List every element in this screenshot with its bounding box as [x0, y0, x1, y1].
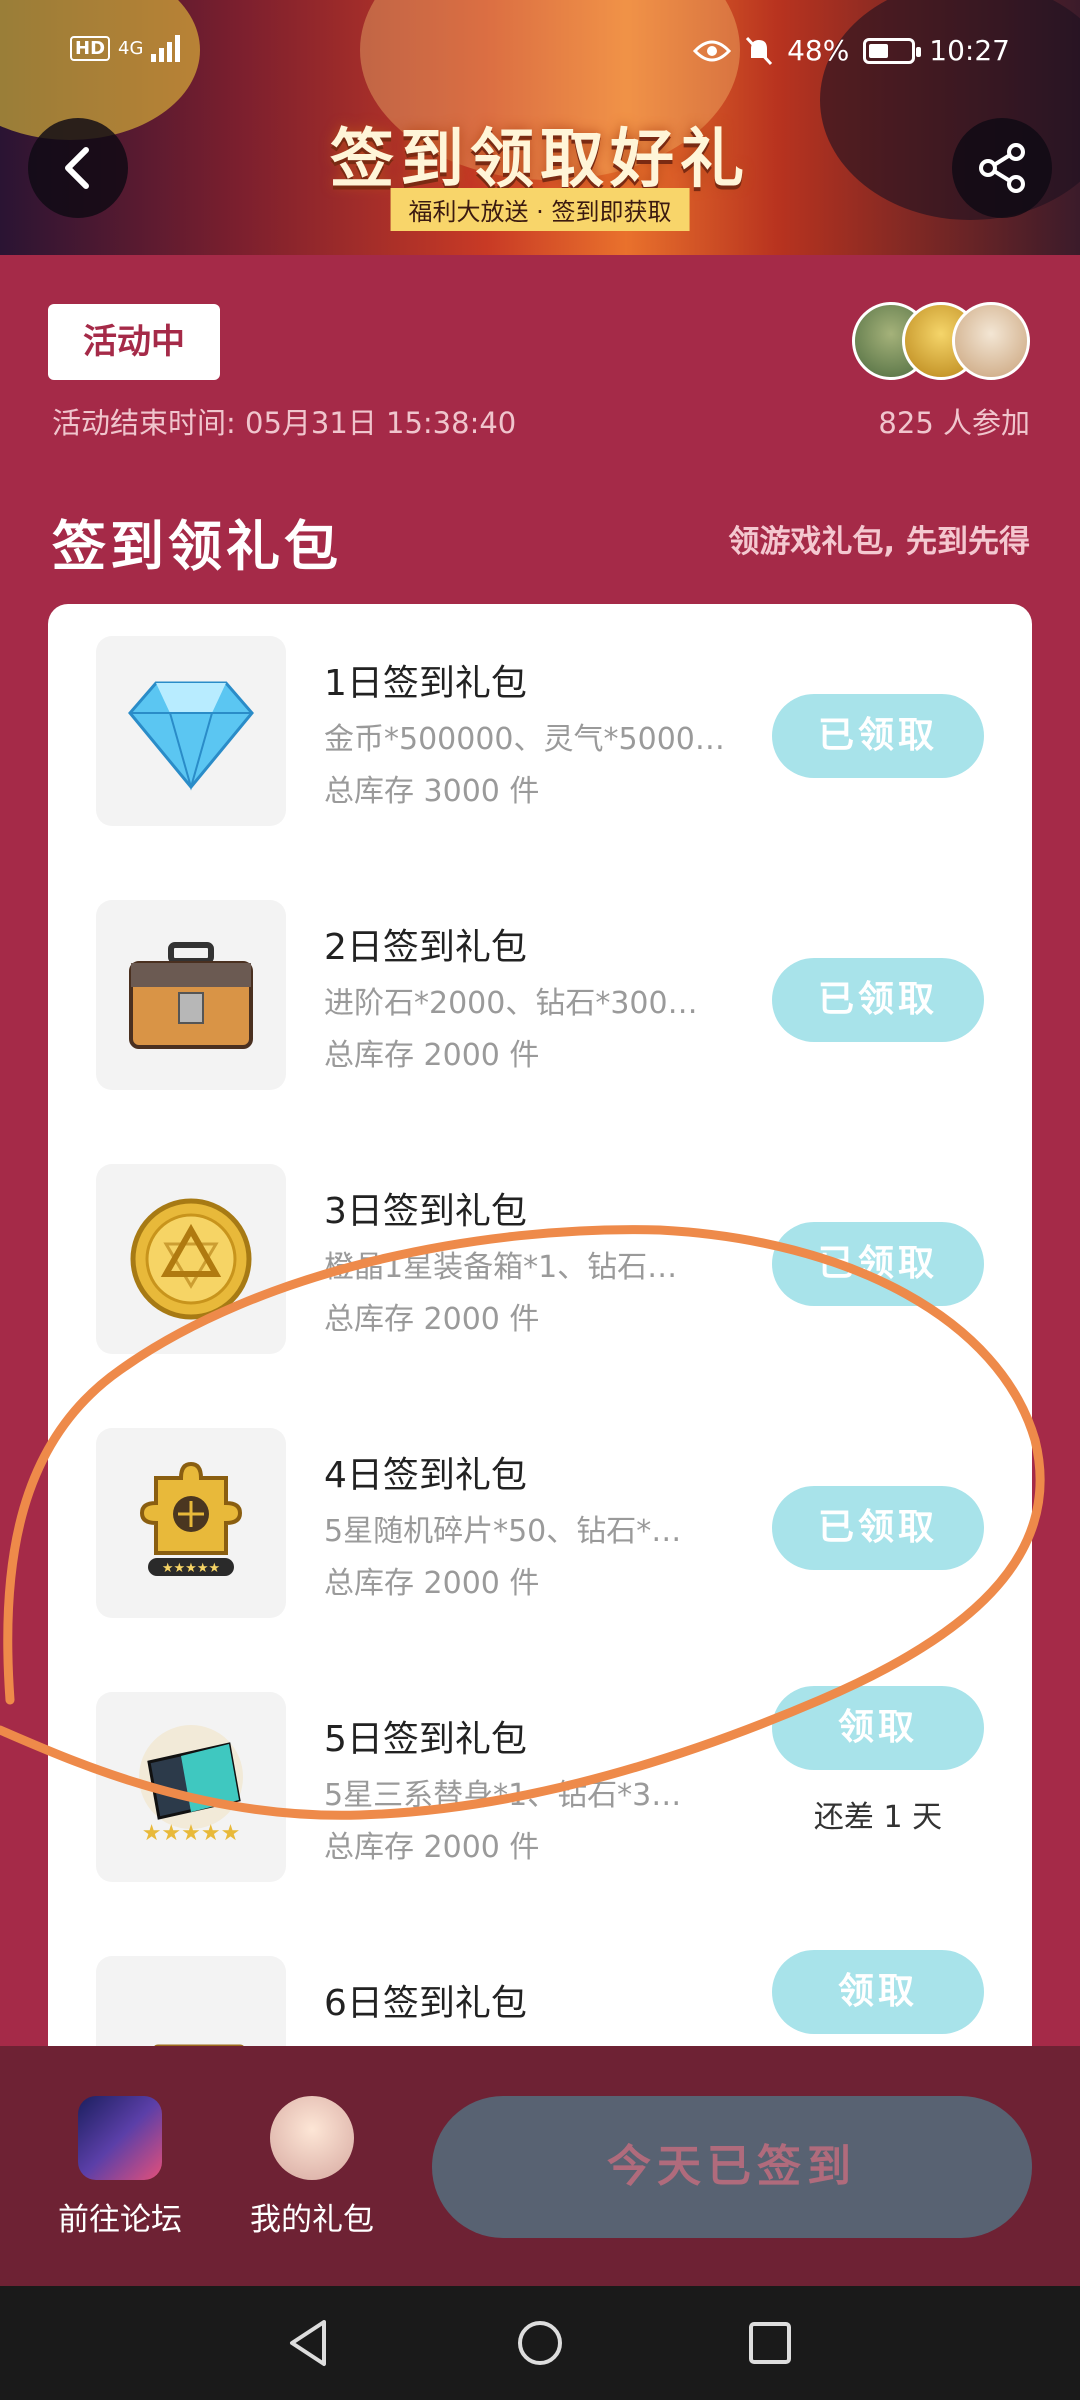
gift-title: 4日签到礼包	[324, 1455, 527, 1496]
triangle-back-icon	[290, 2320, 326, 2366]
gift-stock: 总库存 3000 件	[324, 774, 540, 809]
gift-desc: 金币*500000、灵气*5000…	[324, 722, 725, 757]
battery-icon	[863, 37, 922, 64]
battery-percent: 48%	[787, 34, 850, 67]
diamond-icon	[96, 636, 286, 826]
list-item: 2日签到礼包 进阶石*2000、钻石*300… 总库存 2000 件 已领取	[48, 868, 1032, 1132]
signal-icon	[151, 34, 181, 62]
gift-title: 1日签到礼包	[324, 663, 527, 704]
gift-desc: 橙晶1星装备箱*1、钻石…	[324, 1250, 678, 1285]
eye-icon	[693, 40, 732, 61]
section-subtitle: 领游戏礼包, 先到先得	[728, 524, 1030, 560]
list-item: ★★★★★ 5日签到礼包 5星三系替身*1、钻石*3… 总库存 2000 件 领…	[48, 1660, 1032, 1924]
claim-button[interactable]: 领取	[772, 1686, 984, 1770]
gift-desc: 进阶石*2000、钻石*300…	[324, 986, 698, 1021]
circle-home-icon	[518, 2321, 562, 2365]
card-icon: ★★★★★	[96, 1692, 286, 1882]
claimed-button[interactable]: 已领取	[772, 958, 984, 1042]
svg-text:★★★★★: ★★★★★	[142, 1821, 241, 1846]
square-recents-icon	[749, 2322, 791, 2364]
gift-stock: 总库存 2000 件	[324, 1566, 540, 1601]
nav-back-button[interactable]	[278, 2316, 338, 2370]
nav-recents-button[interactable]	[740, 2316, 800, 2370]
gift-avatar-icon	[270, 2096, 354, 2180]
gift-desc: 5星三系替身*1、钻石*3…	[324, 1778, 682, 1813]
hd-indicator: HD	[70, 35, 111, 61]
share-button[interactable]	[952, 118, 1052, 218]
banner-subtitle: 福利大放送 · 签到即获取	[390, 188, 690, 231]
activity-end-time: 活动结束时间: 05月31日 15:38:40	[52, 406, 517, 440]
gift-desc: 5星随机碎片*50、钻石*…	[324, 1514, 682, 1549]
forum-label: 前往论坛	[58, 2202, 182, 2238]
list-item: 3日签到礼包 橙晶1星装备箱*1、钻石… 总库存 2000 件 已领取	[48, 1132, 1032, 1396]
gift-title: 6日签到礼包	[324, 1983, 527, 2024]
banner: HD 4G 48% 10:27 签到领取好礼 福利大放送 · 签到即获取	[0, 0, 1080, 255]
status-badge: 活动中	[48, 304, 220, 380]
status-bar: HD 4G 48% 10:27	[0, 30, 1080, 80]
claimed-button[interactable]: 已领取	[772, 1486, 984, 1570]
my-gifts-button[interactable]: 我的礼包	[232, 2096, 392, 2239]
puzzle-fragment-icon: ★★★★★	[96, 1428, 286, 1618]
my-gifts-label: 我的礼包	[250, 2202, 374, 2238]
participant-avatars	[852, 302, 1032, 382]
game-forum-icon	[78, 2096, 162, 2180]
signed-in-today-button[interactable]: 今天已签到	[432, 2096, 1032, 2238]
claim-button[interactable]: 领取	[772, 1950, 984, 2034]
gold-coin-icon	[96, 1164, 286, 1354]
system-nav-bar	[0, 2286, 1080, 2400]
gift-title: 3日签到礼包	[324, 1191, 527, 1232]
list-item: 1日签到礼包 金币*500000、灵气*5000… 总库存 3000 件 已领取	[48, 604, 1032, 868]
mute-bell-icon	[745, 36, 773, 65]
section-title: 签到领礼包	[52, 515, 342, 578]
gift-stock: 总库存 2000 件	[324, 1302, 540, 1337]
gift-stock: 总库存 2000 件	[324, 1830, 540, 1865]
days-remaining-note: 还差 1 天	[813, 1800, 943, 1835]
gift-stock: 总库存 2000 件	[324, 1038, 540, 1073]
share-icon	[979, 143, 1025, 193]
network-label: 4G	[118, 37, 144, 59]
forum-button[interactable]: 前往论坛	[40, 2096, 200, 2239]
banner-title: 签到领取好礼	[330, 123, 750, 197]
svg-text:★★★★★: ★★★★★	[162, 1561, 220, 1576]
avatar	[952, 302, 1030, 380]
gift-list: 1日签到礼包 金币*500000、灵气*5000… 总库存 3000 件 已领取…	[48, 604, 1032, 2104]
list-item: ★★★★★ 4日签到礼包 5星随机碎片*50、钻石*… 总库存 2000 件 已…	[48, 1396, 1032, 1660]
claimed-button[interactable]: 已领取	[772, 1222, 984, 1306]
chest-icon	[96, 900, 286, 1090]
gift-title: 2日签到礼包	[324, 927, 527, 968]
clock: 10:27	[929, 34, 1010, 67]
bottom-action-bar: 前往论坛 我的礼包 今天已签到	[0, 2046, 1080, 2286]
participant-count: 825 人参加	[878, 406, 1030, 440]
claimed-button[interactable]: 已领取	[772, 694, 984, 778]
gift-title: 5日签到礼包	[324, 1719, 527, 1760]
nav-home-button[interactable]	[510, 2316, 570, 2370]
